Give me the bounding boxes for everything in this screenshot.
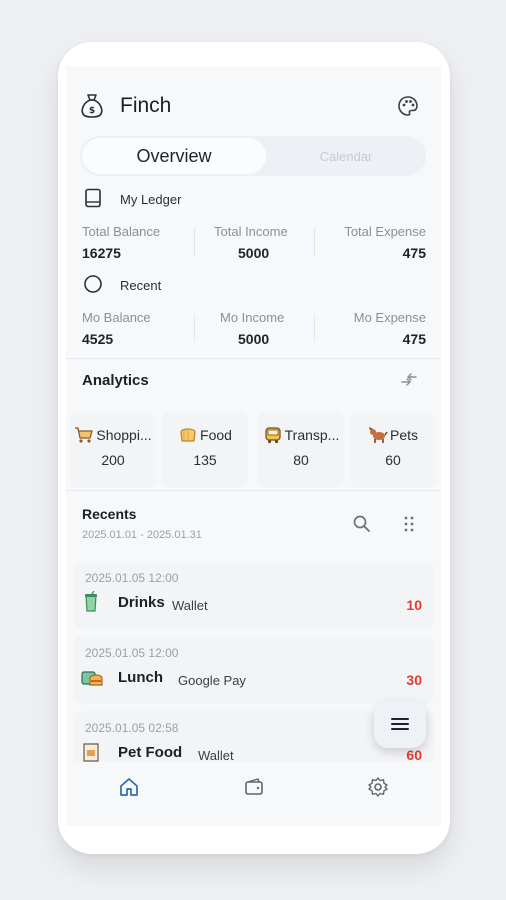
recent-label[interactable]: Recent (120, 278, 161, 293)
total-income-value: 5000 (238, 245, 270, 261)
bottom-nav (66, 762, 441, 826)
svg-text:$: $ (89, 106, 95, 116)
ledger-book-icon (84, 188, 102, 208)
divider (194, 314, 195, 342)
recent-circle-icon (83, 274, 103, 294)
category-value: 135 (193, 452, 217, 468)
food-icon (178, 426, 198, 444)
category-card-food[interactable]: Food 135 (162, 412, 248, 488)
category-card-transport[interactable]: Transp... 80 (258, 412, 344, 488)
transaction-name: Lunch (118, 669, 163, 686)
settings-icon[interactable] (367, 776, 389, 798)
category-label: Shoppi... (96, 427, 152, 443)
app-screen: $ Finch Overview Calendar My Ledger Tota… (66, 66, 441, 826)
mo-expense-label: Mo Expense (353, 310, 426, 325)
total-expense-value: 475 (402, 245, 426, 261)
lunch-icon (80, 666, 103, 688)
transaction-amount: 10 (406, 597, 422, 613)
palette-icon[interactable] (397, 95, 419, 117)
home-icon[interactable] (118, 776, 140, 798)
transaction-name: Pet Food (118, 744, 183, 761)
total-expense-label: Total Expense (344, 224, 426, 239)
tab-overview[interactable]: Overview (82, 138, 266, 174)
tab-calendar[interactable]: Calendar (268, 138, 424, 174)
category-label-row: Food (162, 426, 248, 444)
transaction-payment: Wallet (198, 748, 234, 763)
category-label-row: Pets (350, 426, 436, 444)
category-label: Transp... (284, 427, 340, 443)
total-income-label: Total Income (214, 224, 288, 239)
transaction-name: Drinks (118, 594, 165, 611)
transaction-date: 2025.01.05 12:00 (85, 571, 179, 585)
mo-income-label: Mo Income (220, 310, 285, 325)
analytics-title: Analytics (82, 372, 149, 389)
pet-icon (368, 426, 388, 444)
transaction-payment: Google Pay (178, 673, 246, 688)
view-tabs: Overview Calendar (80, 136, 426, 176)
money-bag-icon: $ (80, 92, 104, 120)
transport-icon (263, 426, 283, 444)
swap-arrows-icon[interactable] (398, 372, 420, 388)
category-label-row: Transp... (258, 426, 344, 444)
category-label-row: Shoppi... (70, 426, 156, 444)
category-card-pets[interactable]: Pets 60 (350, 412, 436, 488)
section-divider (66, 358, 441, 359)
transaction-amount: 30 (406, 672, 422, 688)
drag-grid-icon[interactable] (399, 514, 419, 534)
drink-icon (80, 590, 102, 613)
recents-date-range[interactable]: 2025.01.01 - 2025.01.31 (82, 529, 202, 541)
recents-title: Recents (82, 506, 137, 522)
mo-expense-value: 475 (402, 331, 426, 347)
divider (194, 228, 195, 256)
transaction-amount: 60 (406, 747, 422, 763)
app-title: Finch (120, 94, 172, 117)
menu-icon (390, 716, 410, 732)
transaction-payment: Wallet (172, 598, 208, 613)
wallet-icon[interactable] (243, 776, 265, 798)
shopping-cart-icon (74, 426, 94, 444)
total-balance-value: 16275 (82, 245, 121, 261)
category-card-shopping[interactable]: Shoppi... 200 (70, 412, 156, 488)
transaction-item[interactable]: 2025.01.05 12:00 Drinks Wallet 10 (74, 561, 434, 629)
pet-food-icon (80, 741, 102, 763)
total-balance-label: Total Balance (82, 224, 161, 239)
transaction-date: 2025.01.05 12:00 (85, 646, 179, 660)
section-divider (66, 490, 441, 491)
category-value: 80 (293, 452, 309, 468)
transaction-item[interactable]: 2025.01.05 12:00 Lunch Google Pay 30 (74, 636, 434, 704)
category-value: 60 (385, 452, 401, 468)
divider (314, 314, 315, 342)
category-label: Pets (389, 427, 418, 443)
transaction-date: 2025.01.05 02:58 (85, 721, 179, 735)
menu-fab-button[interactable] (374, 700, 426, 748)
mo-income-value: 5000 (238, 331, 270, 347)
mo-balance-value: 4525 (82, 331, 114, 347)
search-icon[interactable] (352, 514, 372, 534)
ledger-name[interactable]: My Ledger (120, 192, 181, 207)
divider (314, 228, 315, 256)
category-label: Food (200, 427, 232, 443)
mo-balance-label: Mo Balance (82, 310, 151, 325)
category-value: 200 (101, 452, 125, 468)
